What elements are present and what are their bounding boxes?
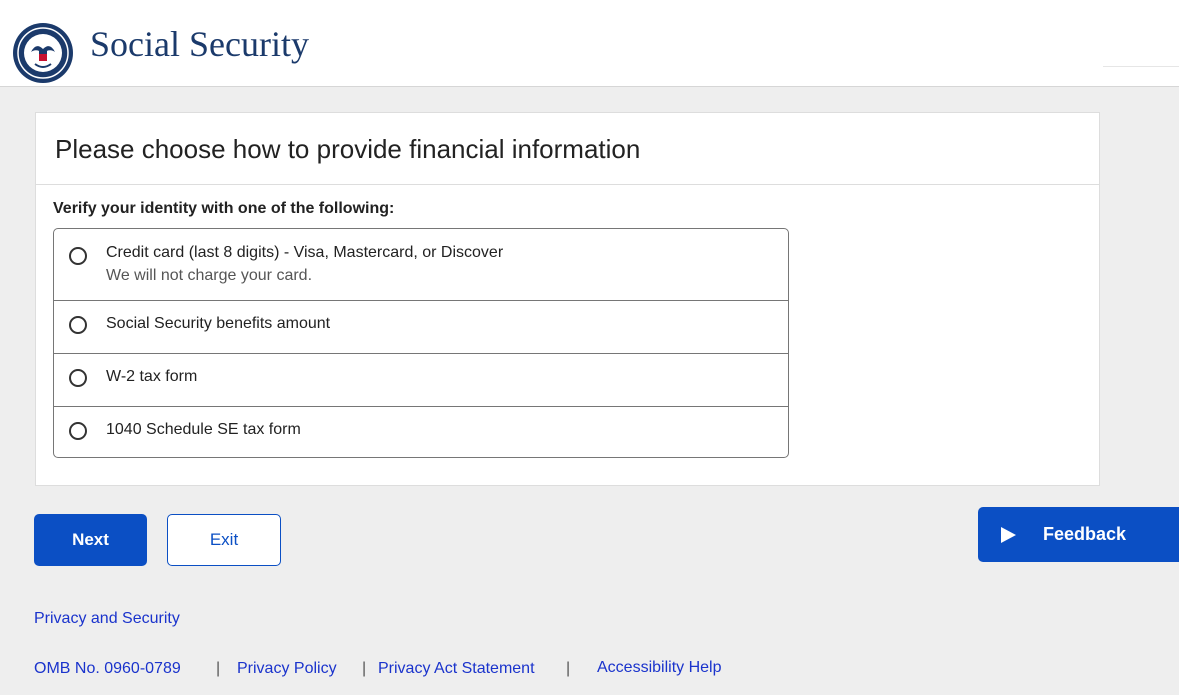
option-schedule-se[interactable]: 1040 Schedule SE tax form — [54, 406, 788, 457]
footer-separator: | — [362, 660, 367, 677]
footer-separator: | — [216, 660, 221, 677]
omb-number-link[interactable]: OMB No. 0960-0789 — [34, 660, 181, 678]
card-divider — [36, 184, 1099, 185]
play-icon — [1001, 527, 1016, 543]
radio-benefits-amount[interactable] — [69, 316, 87, 334]
header-divider — [1103, 66, 1179, 67]
site-header: Social Security — [0, 0, 1179, 87]
next-button[interactable]: Next — [34, 514, 147, 566]
privacy-and-security-link[interactable]: Privacy and Security — [34, 610, 180, 628]
options-legend: Verify your identity with one of the fol… — [53, 200, 395, 217]
exit-button[interactable]: Exit — [167, 514, 281, 566]
feedback-label: Feedback — [1043, 524, 1127, 544]
accessibility-help-link[interactable]: Accessibility Help — [597, 659, 721, 677]
option-credit-card-label-main: Credit card (last 8 digits) — [106, 244, 280, 261]
privacy-act-statement-link[interactable]: Privacy Act Statement — [378, 660, 535, 678]
option-credit-card-label-suffix: - Visa, Mastercard, or Discover — [279, 244, 504, 261]
option-benefits-amount[interactable]: Social Security benefits amount — [54, 300, 788, 353]
feedback-button[interactable]: Feedback — [978, 507, 1179, 562]
ssa-seal-icon — [13, 23, 73, 83]
radio-w2-form[interactable] — [69, 369, 87, 387]
option-credit-card[interactable]: Credit card (last 8 digits) - Visa, Mast… — [54, 229, 788, 300]
site-title: Social Security — [90, 24, 309, 64]
option-benefits-amount-label: Social Security benefits amount — [106, 315, 331, 332]
financial-info-card: Please choose how to provide financial i… — [35, 112, 1100, 486]
option-schedule-se-label: 1040 Schedule SE tax form — [106, 421, 301, 438]
option-credit-card-label: Credit card (last 8 digits) - Visa, Mast… — [106, 244, 503, 262]
footer-separator: | — [566, 660, 571, 677]
page-title: Please choose how to provide financial i… — [55, 134, 641, 164]
radio-credit-card[interactable] — [69, 247, 87, 265]
verification-options-group: Credit card (last 8 digits) - Visa, Mast… — [53, 228, 789, 458]
option-credit-card-note: We will not charge your card. — [106, 267, 313, 284]
option-w2-form[interactable]: W-2 tax form — [54, 353, 788, 406]
privacy-policy-link[interactable]: Privacy Policy — [237, 660, 337, 678]
radio-schedule-se[interactable] — [69, 422, 87, 440]
option-w2-form-label: W-2 tax form — [106, 368, 198, 385]
